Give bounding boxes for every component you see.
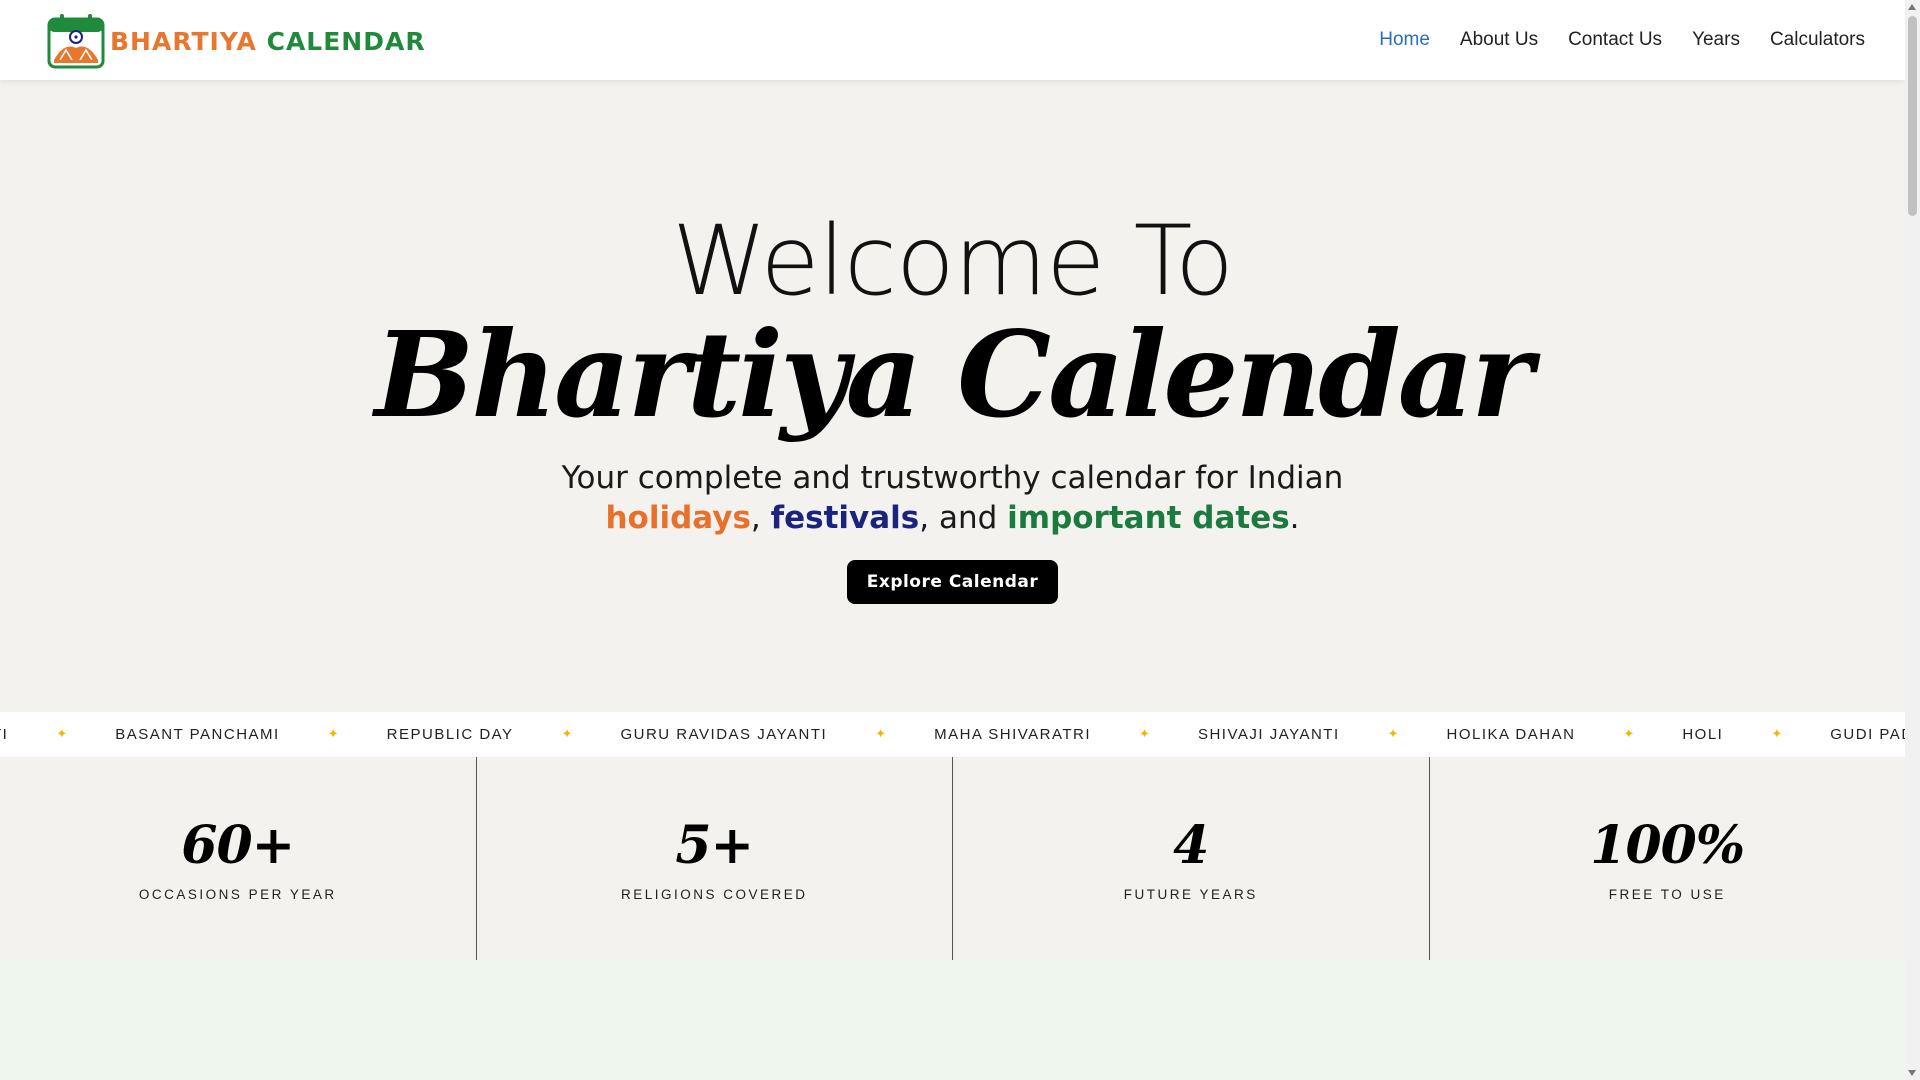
scroll-down-icon[interactable]: [1908, 1070, 1916, 1076]
tagline-line1: Your complete and trustworthy calendar f…: [561, 460, 1344, 496]
stat-future-years: 4 FUTURE YEARS: [953, 757, 1430, 960]
nav-about-us[interactable]: About Us: [1460, 29, 1538, 51]
festival-ticker: TI ✦ BASANT PANCHAMI ✦ REPUBLIC DAY ✦ GU…: [0, 712, 1905, 757]
tagline-holidays: holidays: [605, 500, 751, 536]
stat-religions: 5+ RELIGIONS COVERED: [477, 757, 953, 960]
tagline-festivals: festivals: [770, 500, 920, 536]
site-logo[interactable]: BHARTIYA CALENDAR: [46, 12, 426, 70]
hero-brand-heading: Bhartiya Calendar: [374, 305, 1534, 444]
stat-label: FUTURE YEARS: [1123, 887, 1258, 902]
scrollbar-thumb[interactable]: [1908, 16, 1917, 216]
nav-years[interactable]: Years: [1692, 29, 1740, 51]
star-separator-icon: ✦: [327, 727, 339, 742]
tagline-sep1: ,: [750, 500, 761, 536]
stat-value: 4: [1173, 815, 1209, 876]
stat-value: 100%: [1590, 815, 1745, 876]
page-scrollbar[interactable]: [1905, 0, 1920, 1080]
nav-contact-us[interactable]: Contact Us: [1568, 29, 1662, 51]
nav-calculators[interactable]: Calculators: [1770, 29, 1865, 51]
ticker-item: BASANT PANCHAMI: [115, 726, 280, 743]
star-separator-icon: ✦: [875, 727, 887, 742]
tagline-important-dates: important dates: [1007, 500, 1290, 536]
calendar-logo-icon: [47, 14, 105, 69]
stat-value: 5+: [675, 815, 754, 876]
stat-label: RELIGIONS COVERED: [620, 887, 808, 902]
tagline-sep2: , and: [919, 500, 998, 536]
next-section-band: [0, 960, 1905, 1080]
explore-calendar-button[interactable]: Explore Calendar: [847, 560, 1058, 604]
hero-tagline: Your complete and trustworthy calendar f…: [0, 458, 1905, 538]
stat-free: 100% FREE TO USE: [1430, 757, 1906, 960]
ticker-item: GUDI PADWA: [1830, 726, 1905, 743]
logo-wordmark: BHARTIYA CALENDAR: [110, 27, 426, 56]
ticker-item: HOLIKA DAHAN: [1446, 726, 1576, 743]
site-header: BHARTIYA CALENDAR Home About Us Contact …: [0, 0, 1905, 80]
stats-section: 60+ OCCASIONS PER YEAR 5+ RELIGIONS COVE…: [0, 757, 1905, 960]
stat-label: OCCASIONS PER YEAR: [138, 887, 337, 902]
ticker-track: TI ✦ BASANT PANCHAMI ✦ REPUBLIC DAY ✦ GU…: [0, 712, 1905, 757]
stat-value: 60+: [181, 815, 295, 876]
logo-word-calendar: CALENDAR: [266, 26, 426, 56]
ticker-item: SHIVAJI JAYANTI: [1197, 726, 1340, 743]
hero-welcome-heading: Welcome To: [672, 205, 1234, 317]
star-separator-icon: ✦: [1771, 727, 1783, 742]
stat-occasions: 60+ OCCASIONS PER YEAR: [0, 757, 477, 960]
main-nav: Home About Us Contact Us Years Calculato…: [1379, 0, 1865, 80]
ticker-item: GURU RAVIDAS JAYANTI: [620, 726, 828, 743]
ticker-item: HOLI: [1682, 726, 1724, 743]
ticker-item: TI: [0, 726, 9, 743]
ticker-item: REPUBLIC DAY: [386, 726, 514, 743]
nav-home[interactable]: Home: [1379, 29, 1430, 51]
star-separator-icon: ✦: [56, 727, 68, 742]
star-separator-icon: ✦: [561, 727, 573, 742]
scroll-up-icon[interactable]: [1908, 4, 1916, 10]
star-separator-icon: ✦: [1387, 727, 1399, 742]
tagline-end: .: [1289, 500, 1300, 536]
ticker-item: MAHA SHIVARATRI: [934, 726, 1092, 743]
stat-label: FREE TO USE: [1608, 887, 1726, 902]
logo-word-bhartiya: BHARTIYA: [110, 26, 257, 56]
star-separator-icon: ✦: [1139, 727, 1150, 742]
star-separator-icon: ✦: [1623, 727, 1635, 742]
